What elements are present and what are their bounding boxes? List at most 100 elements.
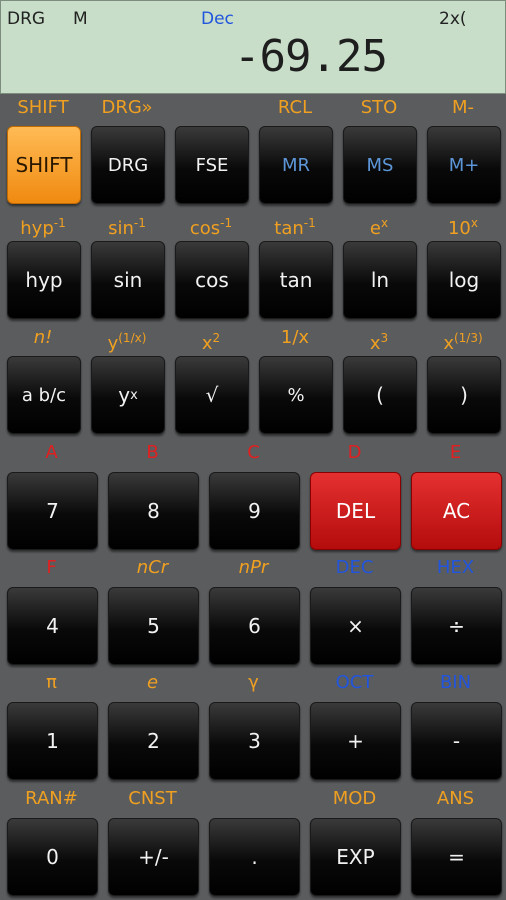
drg-key[interactable]: DRG [91, 126, 165, 204]
key-base: y [118, 383, 131, 407]
shift-label-bin: BIN [439, 672, 472, 693]
label-base: x [201, 333, 213, 354]
2-key[interactable]: 2 [108, 702, 199, 780]
label-base: sin [108, 218, 134, 239]
shift-label-10x: 10x [427, 212, 499, 240]
shift-label-x3: x3 [343, 327, 415, 355]
a-b-c-key[interactable]: a b/c [7, 356, 81, 434]
key-superscript: x [130, 387, 138, 403]
shift-label-c: C [247, 442, 260, 463]
label-base: y [107, 333, 119, 354]
decimal-point-key[interactable]: . [209, 818, 300, 896]
shift-label-npr: nPr [238, 557, 269, 578]
sqrt-key[interactable]: √ [175, 356, 249, 434]
mr-key[interactable]: MR [259, 126, 333, 204]
7-key[interactable]: 7 [7, 472, 98, 550]
shift-label-x-1-3: x(1/3) [427, 327, 499, 355]
percent-key[interactable]: % [259, 356, 333, 434]
shift-label-y-1-x: y(1/x) [91, 327, 163, 355]
shift-label-e: E [449, 442, 462, 463]
open-paren-indicator: 2x( [439, 9, 467, 29]
shift-label-b: B [146, 442, 159, 463]
1-key[interactable]: 1 [7, 702, 98, 780]
shift-label-sin-1: sin-1 [91, 212, 163, 240]
ms-key[interactable]: MS [343, 126, 417, 204]
shift-label-n: n! [33, 327, 53, 348]
shift-label-m: M- [451, 97, 475, 118]
shift-label-ran: RAN# [25, 788, 78, 809]
shift-label-d: D [347, 442, 362, 463]
angle-mode-indicator: DRG [7, 9, 46, 29]
close-paren-key[interactable]: ) [427, 356, 501, 434]
shift-label-e: e [146, 672, 159, 693]
shift-label-f: F [46, 557, 57, 578]
y-pow-x-key[interactable]: yx [91, 356, 165, 434]
label-superscript: (1/3) [453, 331, 483, 345]
3-key[interactable]: 3 [209, 702, 300, 780]
ac-key[interactable]: AC [411, 472, 502, 550]
display-value: -69.25 [234, 31, 388, 82]
8-key[interactable]: 8 [108, 472, 199, 550]
shift-label-x2: x2 [175, 327, 247, 355]
shift-label-ans: ANS [436, 788, 475, 809]
shift-label-dec: DEC [335, 557, 374, 578]
label-superscript: -1 [133, 216, 146, 230]
shift-label-ex: ex [343, 212, 415, 240]
shift-label-hyp-1: hyp-1 [7, 212, 79, 240]
shift-label-drg: DRG» [101, 97, 153, 118]
label-superscript: 3 [380, 331, 389, 345]
label-base: 10 [447, 218, 471, 239]
label-superscript: (1/x) [118, 331, 147, 345]
4-key[interactable]: 4 [7, 587, 98, 665]
divide-key[interactable]: ÷ [411, 587, 502, 665]
5-key[interactable]: 5 [108, 587, 199, 665]
lcd-display: DRG M Dec 2x( -69.25 [0, 0, 506, 94]
label-superscript: x [470, 216, 478, 230]
shift-label-1-x: 1/x [280, 327, 310, 348]
plus-key[interactable]: + [310, 702, 401, 780]
ln-key[interactable]: ln [343, 241, 417, 319]
open-paren-key[interactable]: ( [343, 356, 417, 434]
label-base: cos [189, 218, 221, 239]
shift-label-shift: SHIFT [17, 97, 69, 118]
cos-key[interactable]: cos [175, 241, 249, 319]
0-key[interactable]: 0 [7, 818, 98, 896]
label-base: e [369, 218, 381, 239]
shift-label-cnst: CNST [128, 788, 177, 809]
multiply-key[interactable]: × [310, 587, 401, 665]
shift-label-ncr: nCr [136, 557, 169, 578]
fse-key[interactable]: FSE [175, 126, 249, 204]
equals-key[interactable]: = [411, 818, 502, 896]
shift-label-rcl: RCL [277, 97, 313, 118]
memory-indicator: M [73, 9, 88, 29]
label-base: x [443, 333, 454, 354]
6-key[interactable]: 6 [209, 587, 300, 665]
shift-label-hex: HEX [436, 557, 475, 578]
label-superscript: x [380, 216, 389, 230]
shift-label-oct: OCT [335, 672, 374, 693]
tan-key[interactable]: tan [259, 241, 333, 319]
label-base: x [369, 333, 381, 354]
del-key[interactable]: DEL [310, 472, 401, 550]
label-superscript: -1 [220, 216, 233, 230]
shift-label-tan-1: tan-1 [259, 212, 331, 240]
shift-label-a: A [45, 442, 58, 463]
label-base: tan [274, 218, 304, 239]
hyp-key[interactable]: hyp [7, 241, 81, 319]
shift-label-mod: MOD [332, 788, 377, 809]
shift-key[interactable]: SHIFT [7, 126, 81, 204]
m-key[interactable]: M+ [427, 126, 501, 204]
9-key[interactable]: 9 [209, 472, 300, 550]
label-superscript: -1 [303, 216, 316, 230]
shift-label-sym: γ [248, 672, 259, 693]
negate-key[interactable]: +/- [108, 818, 199, 896]
label-superscript: -1 [53, 216, 66, 230]
minus-key[interactable]: - [411, 702, 502, 780]
log-key[interactable]: log [427, 241, 501, 319]
exp-key[interactable]: EXP [310, 818, 401, 896]
shift-label-sto: STO [360, 97, 398, 118]
shift-label-cos-1: cos-1 [175, 212, 247, 240]
shift-label-sym: π [46, 672, 57, 693]
label-base: hyp [20, 218, 54, 239]
sin-key[interactable]: sin [91, 241, 165, 319]
